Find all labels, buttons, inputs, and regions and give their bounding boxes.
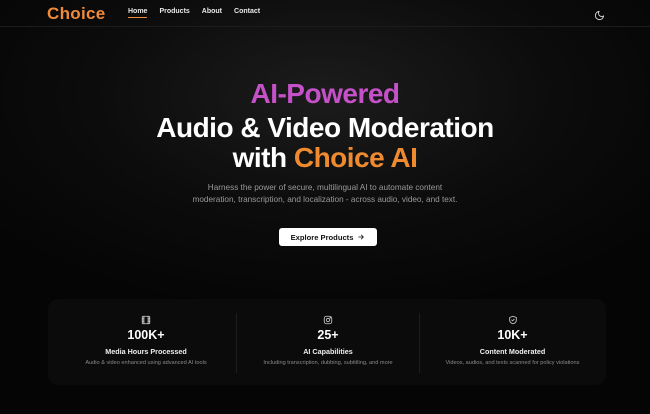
arrow-right-icon [358,234,365,240]
explore-products-label: Explore Products [290,232,354,242]
stat-card-ai-capabilities: 25+ AI Capabilities Including transcript… [236,299,420,385]
hero-title-brand: Choice AI [293,142,418,173]
top-navbar: Choice Home Products About Contact [0,0,650,27]
stat-label: AI Capabilities [303,347,353,356]
nav-menu: Home Products About Contact [128,8,260,18]
page-background: Choice Home Products About Contact AI-Po… [0,0,650,414]
shield-check-icon [508,315,517,325]
nav-item-about[interactable]: About [202,8,222,15]
nav-item-contact[interactable]: Contact [234,8,260,15]
stat-value: 25+ [317,328,339,342]
theme-toggle-button[interactable] [594,8,605,21]
nav-item-products[interactable]: Products [159,8,189,15]
hero-subtitle: Harness the power of secure, multilingua… [192,183,458,204]
nav-item-home[interactable]: Home [128,8,148,18]
stat-description: Audio & video enhanced using advanced AI… [85,360,207,366]
explore-products-button[interactable]: Explore Products [279,228,377,246]
instagram-icon [323,315,333,325]
stat-value: 10K+ [497,328,528,342]
stat-description: Including transcription, dubbing, subtit… [263,360,393,366]
stat-card-content-moderated: 10K+ Content Moderated Videos, audios, a… [419,299,606,385]
hero-title-prefix: with [232,142,288,173]
hero-title-line1: AI-Powered [250,78,400,109]
moon-icon [594,10,605,21]
stats-panel: 100K+ Media Hours Processed Audio & vide… [48,299,606,385]
stat-label: Content Moderated [479,347,546,356]
brand-logo[interactable]: Choice [47,4,105,24]
stat-value: 100K+ [127,328,165,342]
film-icon [141,315,151,325]
hero-title-line2: Audio & Video Moderation [156,112,494,143]
stat-description: Videos, audios, and texts scanned for po… [445,360,580,366]
hero-title-line3: with Choice AI [0,142,650,174]
stat-card-media-hours: 100K+ Media Hours Processed Audio & vide… [48,299,244,385]
stat-label: Media Hours Processed [105,347,187,356]
